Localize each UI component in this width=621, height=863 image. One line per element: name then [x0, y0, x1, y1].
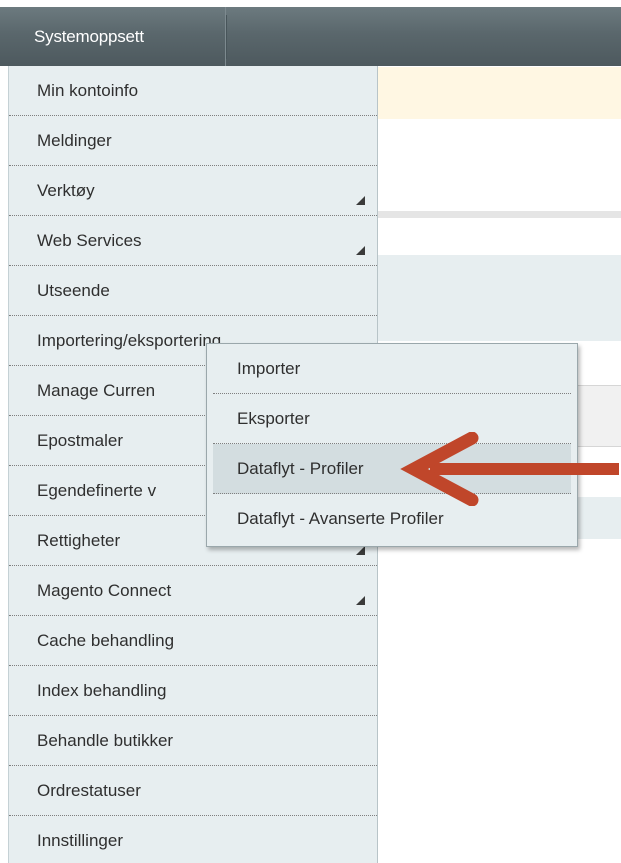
- submenu-item-label: Eksporter: [237, 408, 310, 428]
- nav-tab-label: Systemoppsett: [34, 26, 144, 46]
- menu-item-label: Utseende: [37, 280, 110, 300]
- menu-item-behandle-butikker[interactable]: Behandle butikker: [9, 716, 377, 766]
- submenu-arrow-icon: [356, 546, 365, 555]
- menu-item-label: Egendefinerte v: [37, 480, 157, 500]
- menu-item-magento-connect[interactable]: Magento Connect: [9, 566, 377, 616]
- menu-item-index-behandling[interactable]: Index behandling: [9, 666, 377, 716]
- menu-item-label: Magento Connect: [37, 580, 172, 600]
- page-notice-area: [378, 67, 621, 119]
- submenu-item-label: Dataflyt - Avanserte Profiler: [237, 509, 444, 528]
- menu-item-label: Min kontoinfo: [37, 80, 139, 100]
- menu-item-label: Web Services: [37, 230, 142, 250]
- menu-item-utseende[interactable]: Utseende: [9, 266, 377, 316]
- menu-item-label: Behandle butikker: [37, 730, 174, 750]
- nav-tab-systemoppsett[interactable]: Systemoppsett: [14, 7, 226, 66]
- menu-item-label: Ordrestatuser: [37, 780, 141, 800]
- menu-item-label: Index behandling: [37, 680, 167, 700]
- menu-item-label: Rettigheter: [37, 530, 121, 550]
- menu-item-innstillinger[interactable]: Innstillinger: [9, 816, 377, 863]
- submenu-item-dataflyt-avanserte-profiler[interactable]: Dataflyt - Avanserte Profiler: [213, 494, 571, 544]
- submenu-item-eksporter[interactable]: Eksporter: [213, 394, 571, 444]
- menu-item-label: Importering/eksportering: [37, 330, 222, 350]
- menu-item-web-services[interactable]: Web Services: [9, 216, 377, 266]
- menu-item-ordrestatuser[interactable]: Ordrestatuser: [9, 766, 377, 816]
- page-separator: [378, 211, 621, 218]
- submenu-arrow-icon: [356, 246, 365, 255]
- top-navigation-bar: Systemoppsett: [0, 0, 621, 66]
- menu-item-label: Innstillinger: [37, 831, 123, 850]
- menu-item-meldinger[interactable]: Meldinger: [9, 116, 377, 166]
- submenu-item-importer[interactable]: Importer: [213, 344, 571, 394]
- import-export-submenu: Importer Eksporter Dataflyt - Profiler D…: [206, 343, 578, 547]
- submenu-arrow-icon: [356, 196, 365, 205]
- submenu-item-dataflyt-profiler[interactable]: Dataflyt - Profiler: [213, 444, 571, 494]
- menu-item-verktoy[interactable]: Verktøy: [9, 166, 377, 216]
- menu-item-label: Meldinger: [37, 130, 112, 150]
- submenu-arrow-icon: [356, 596, 365, 605]
- menu-item-label: Cache behandling: [37, 630, 175, 650]
- menu-item-label: Manage Curren: [37, 380, 156, 400]
- menu-item-cache-behandling[interactable]: Cache behandling: [9, 616, 377, 666]
- menu-item-label: Epostmaler: [37, 430, 123, 450]
- page-panel: [378, 255, 621, 341]
- nav-divider: [226, 15, 227, 59]
- menu-item-label: Verktøy: [37, 180, 95, 200]
- submenu-item-label: Dataflyt - Profiler: [237, 458, 364, 478]
- submenu-item-label: Importer: [237, 358, 301, 378]
- menu-item-min-kontoinfo[interactable]: Min kontoinfo: [9, 66, 377, 116]
